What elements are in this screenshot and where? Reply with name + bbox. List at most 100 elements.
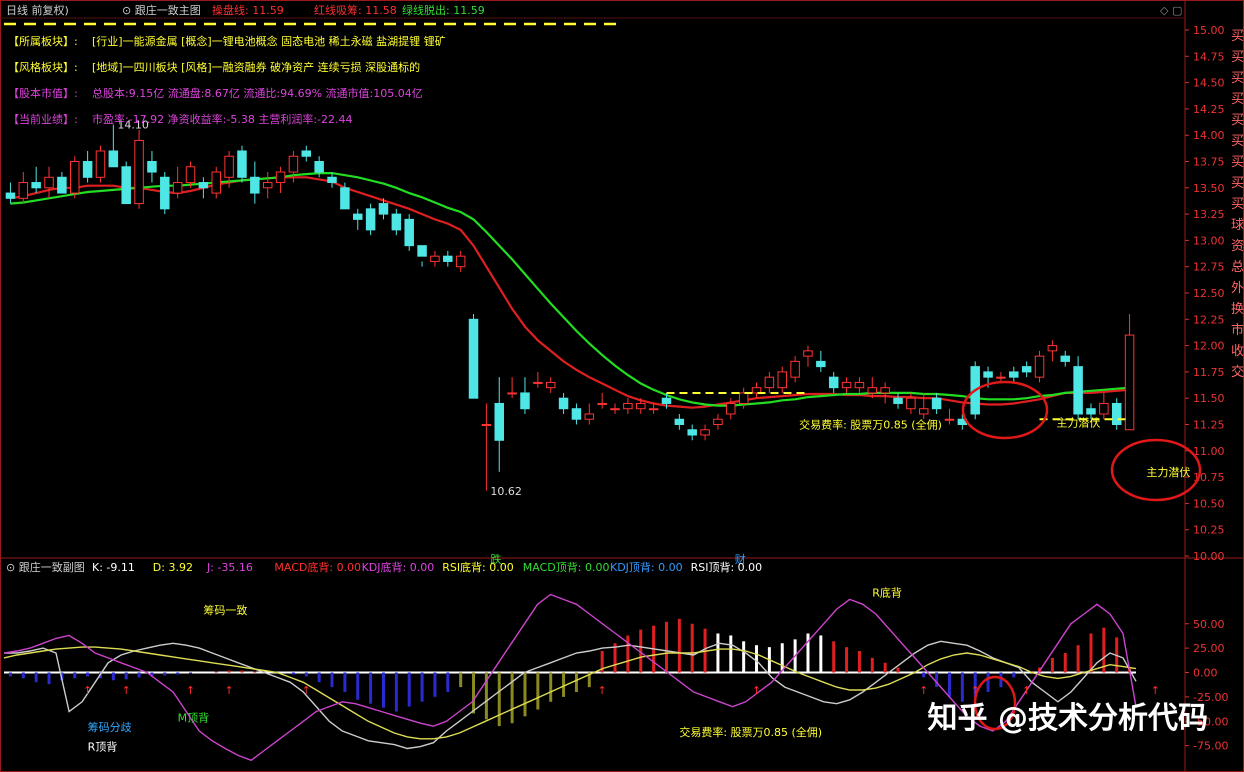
candle-body	[726, 402, 736, 415]
annotation-label: 主力潜伏	[1056, 415, 1100, 429]
y-tick-label: 13.50	[1193, 182, 1225, 195]
right-side-label: 买	[1231, 71, 1244, 86]
info-text: 总股本:9.15亿 流通盘:8.67亿 流通比:94.69% 流通市值:105.…	[92, 86, 423, 100]
candle-body	[533, 381, 543, 384]
candle-body	[520, 392, 530, 410]
y-tick-label: 10.00	[1193, 550, 1225, 563]
info-text: 市盈率:-17.92 净资收益率:-5.38 主营利润率:-22.44	[92, 112, 353, 126]
right-side-label: 总	[1231, 260, 1244, 275]
candle-body	[31, 182, 41, 189]
legend-entry: MACD底背: 0.00	[274, 560, 361, 574]
candle-body	[764, 376, 775, 389]
main-chart-axis: 10.0010.2510.5010.7511.0011.2511.5011.75…	[1185, 24, 1225, 563]
arrow-up-icon: ↑	[1022, 684, 1031, 697]
y-tick-label: 50.00	[1193, 618, 1225, 631]
diamond-icon: ◇	[1160, 4, 1169, 17]
candle-body	[160, 176, 170, 210]
candle-body	[95, 150, 106, 178]
candle-body	[5, 192, 16, 199]
candle-body	[983, 371, 993, 378]
y-tick-label: 11.00	[1193, 445, 1225, 458]
y-tick-label: 10.50	[1193, 497, 1225, 510]
sub-title: ⊙ 跟庄一致副图	[6, 560, 85, 574]
candle-body	[1124, 334, 1135, 431]
y-tick-label: 13.75	[1193, 156, 1225, 169]
candle-body	[996, 376, 1006, 379]
arrow-up-icon: ↑	[1151, 684, 1160, 697]
sub-annotation: R底背	[872, 585, 902, 599]
y-tick-label: 15.00	[1193, 24, 1225, 37]
candle-body	[18, 182, 29, 199]
candle-body	[224, 155, 234, 178]
candle-body	[237, 150, 247, 178]
candle-body	[288, 155, 299, 173]
info-text: [行业]一能源金属 [概念]一锂电池概念 固态电池 稀土永磁 盐湖提锂 锂矿	[92, 34, 446, 48]
annotation-label: 主力潜伏	[1146, 465, 1190, 479]
candle-body	[893, 397, 903, 404]
y-tick-label: 12.00	[1193, 340, 1225, 353]
candle-body	[494, 402, 504, 441]
candle-body	[828, 376, 839, 389]
candle-body	[854, 381, 865, 389]
sub-annotation: M顶背	[178, 710, 210, 724]
candle-body	[134, 139, 144, 205]
arrow-up-icon: ↑	[919, 684, 928, 697]
candle-body	[301, 150, 312, 157]
candle-body	[661, 397, 672, 404]
y-tick-label: -75.00	[1193, 740, 1228, 753]
right-side-label: 资	[1231, 239, 1244, 254]
candle-body	[674, 418, 685, 425]
legend-entry: KDJ底背: 0.00	[362, 560, 435, 574]
legend-entry: MACD顶背: 0.00	[523, 560, 610, 574]
y-tick-label: 25.00	[1193, 642, 1225, 655]
legend-entry: KDJ顶背: 0.00	[610, 560, 683, 574]
y-tick-label: 13.00	[1193, 234, 1225, 247]
hand-drawn-overlay	[961, 380, 1202, 731]
y-tick-label: 10.25	[1193, 524, 1225, 537]
arrow-up-icon: ↑	[186, 684, 195, 697]
candle-body	[1073, 366, 1083, 415]
candle-body	[919, 408, 929, 415]
candle-body	[1021, 366, 1032, 373]
candle-body	[558, 397, 569, 410]
candle-body	[211, 171, 221, 194]
candle-body	[275, 171, 286, 184]
info-label: 【风格板块】:	[8, 60, 78, 74]
candle-body	[816, 360, 826, 368]
candle-body	[803, 350, 813, 357]
candle-body	[687, 429, 697, 436]
y-tick-label: 14.25	[1193, 103, 1225, 116]
series-line-红线吸筹	[10, 176, 1130, 409]
candle-body	[584, 413, 595, 420]
watermark: 知乎 @技术分析代码	[928, 701, 1208, 736]
right-side-label: 买	[1231, 92, 1244, 107]
candle-body	[738, 392, 749, 404]
right-side-label: 买	[1231, 50, 1244, 65]
candle-body	[507, 392, 517, 395]
sub-annotation: 交易费率: 股票万0.85 (全佣)	[679, 725, 822, 739]
candle-body	[1047, 345, 1058, 352]
candle-body	[1099, 402, 1109, 415]
annotation-label: 交易费率: 股票万0.85 (全佣)	[799, 418, 942, 432]
candle-body	[623, 402, 633, 410]
right-side-label: 买	[1231, 197, 1244, 212]
sub-annotation: 筹码一致	[203, 603, 247, 617]
candle-body	[455, 255, 466, 268]
info-label: 【当前业绩】:	[8, 112, 78, 126]
info-label: 【股本市值】:	[8, 86, 78, 100]
candle-body	[57, 176, 67, 194]
candle-body	[1034, 355, 1045, 378]
stock-chart-canvas: 10.0010.2510.5010.7511.0011.2511.5011.75…	[0, 0, 1244, 772]
candle-body	[70, 161, 80, 194]
candle-body	[481, 424, 492, 426]
candle-body	[545, 381, 556, 389]
candle-body	[391, 213, 402, 231]
candle-body	[340, 187, 350, 210]
arrow-up-icon: ↑	[752, 684, 761, 697]
info-label: 【所属板块】:	[8, 34, 78, 48]
candle-body	[185, 166, 196, 184]
candle-body	[597, 402, 607, 405]
legend-entry: RSI底背: 0.00	[442, 560, 514, 574]
candle-body	[198, 182, 209, 189]
chart-headers: 日线 前复权) ⊙ 跟庄一致主图 操盘线: 11.59 红线吸筹: 11.58 绿线脱出…	[4, 3, 1244, 574]
